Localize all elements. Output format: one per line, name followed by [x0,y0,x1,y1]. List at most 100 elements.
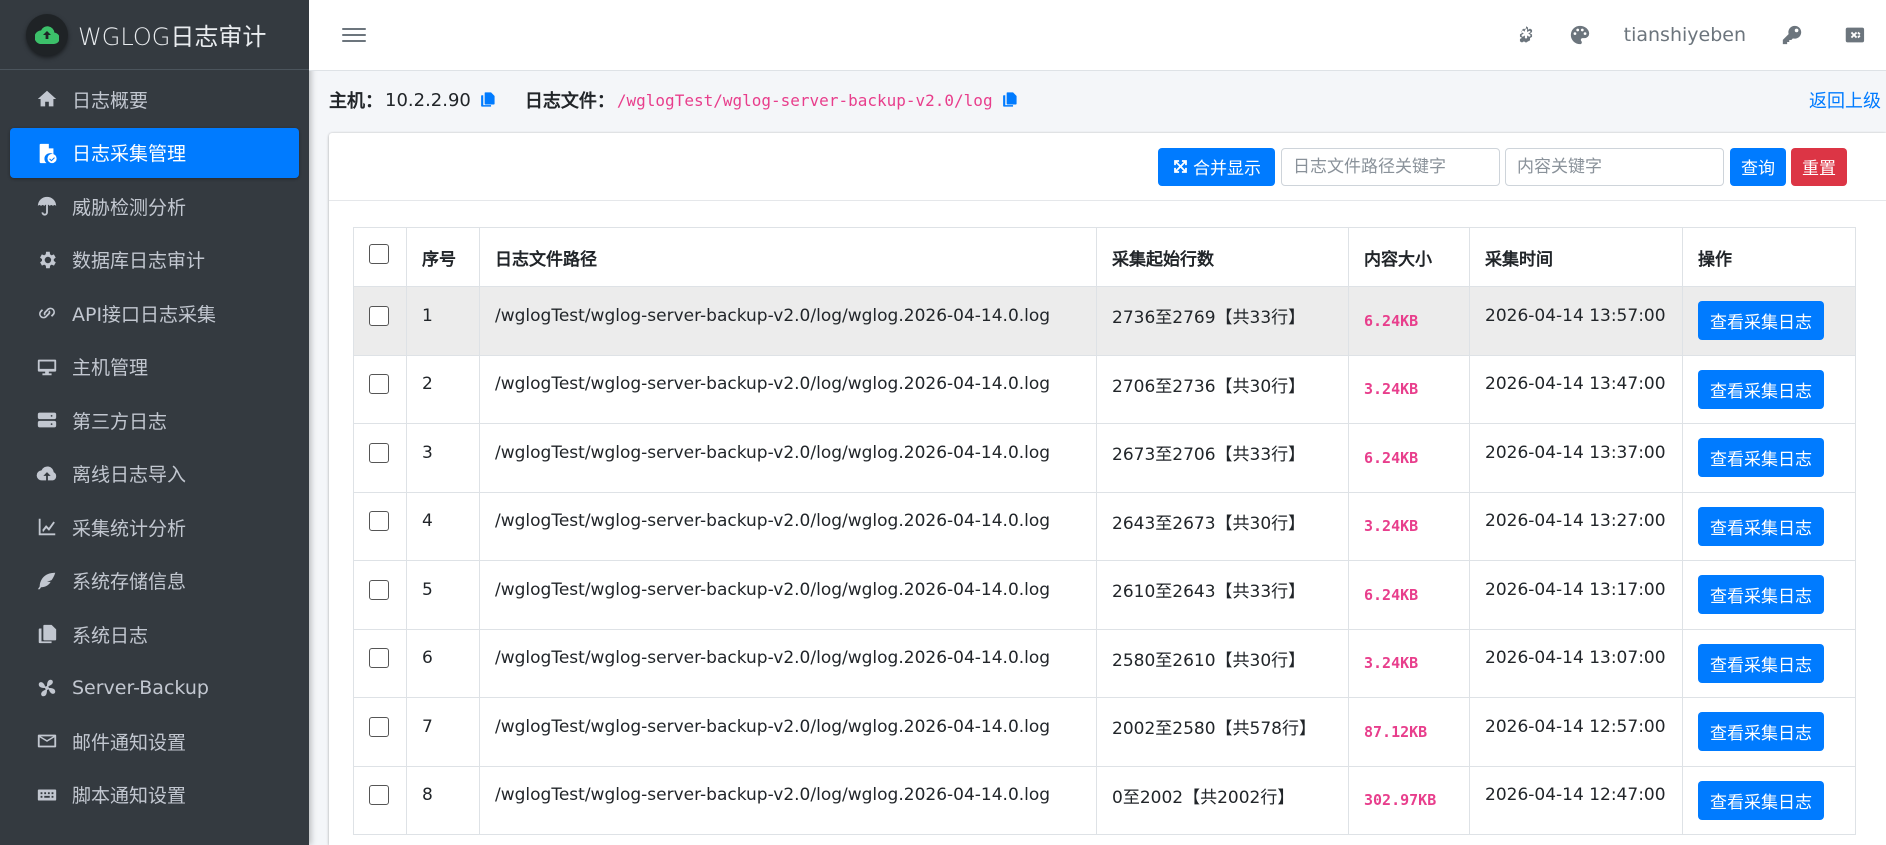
table-row[interactable]: 5 /wglogTest/wglog-server-backup-v2.0/lo… [353,560,1856,630]
column-header[interactable]: 采集时间 [1469,227,1683,287]
log-info-bar: 主机： 10.2.2.90 日志文件： /wglogTest/wglog-ser… [329,86,1886,114]
key-icon[interactable] [1780,23,1804,47]
sidebar-item-label: 第三方日志 [72,410,168,433]
sidebar-item-host-management[interactable]: 主机管理 [10,342,299,392]
row-checkbox[interactable] [369,579,389,600]
file-check-icon [34,141,60,165]
log-table: 序号 日志文件路径 采集起始行数 内容大小 采集时间 操作 1 /wglogTe… [353,227,1856,835]
row-action-cell: 查看采集日志 [1682,354,1856,424]
brand[interactable]: WGLOG日志审计 [0,0,309,70]
view-log-button[interactable]: 查看采集日志 [1698,780,1824,820]
sidebar-item-third-party[interactable]: 第三方日志 [10,395,299,445]
row-line-range: 2643至2673【共30行】 [1096,491,1349,561]
search-button[interactable]: 查询 [1730,147,1786,186]
row-line-range: 2002至2580【共578行】 [1096,697,1349,767]
row-select-cell [353,354,407,424]
back-link[interactable]: 返回上级 [1809,87,1881,113]
row-time: 2026-04-14 12:57:00 [1469,697,1683,767]
username[interactable]: tianshiyeben [1624,24,1746,46]
gear-icon [34,248,60,272]
row-line-range: 2673至2706【共33行】 [1096,423,1349,493]
desktop-icon [34,355,60,379]
copy-path-icon[interactable] [1001,91,1019,109]
row-checkbox[interactable] [369,511,389,532]
row-size: 3.24KB [1348,491,1470,561]
row-time: 2026-04-14 13:37:00 [1469,423,1683,493]
select-all-checkbox[interactable] [369,244,389,264]
reset-button[interactable]: 重置 [1791,147,1847,186]
palette-icon[interactable] [1568,23,1592,47]
sidebar-item-script-notify[interactable]: 脚本通知设置 [10,770,299,820]
column-header[interactable]: 序号 [406,227,480,287]
view-log-button[interactable]: 查看采集日志 [1698,575,1824,615]
sidebar-item-label: 采集统计分析 [72,517,187,540]
openai-icon[interactable] [1514,23,1538,47]
view-log-button[interactable]: 查看采集日志 [1698,438,1824,478]
row-select-cell [353,765,407,835]
row-size: 6.24KB [1348,286,1470,356]
content-keyword-input[interactable] [1505,147,1724,186]
row-select-cell [353,286,407,356]
table-row[interactable]: 1 /wglogTest/wglog-server-backup-v2.0/lo… [353,286,1856,356]
column-header[interactable]: 采集起始行数 [1096,227,1349,287]
row-number: 7 [406,697,480,767]
sidebar-item-server-backup[interactable]: Server-Backup [10,663,299,713]
sidebar-item-system-logs[interactable]: 系统日志 [10,609,299,659]
card-toolbar: 合并显示 查询 重置 [329,133,1886,201]
table-row[interactable]: 8 /wglogTest/wglog-server-backup-v2.0/lo… [353,765,1856,835]
path-keyword-input[interactable] [1281,147,1500,186]
view-log-button[interactable]: 查看采集日志 [1698,301,1824,341]
sidebar-item-db-audit[interactable]: 数据库日志审计 [10,235,299,285]
home-icon [34,87,60,111]
row-line-range: 2610至2643【共33行】 [1096,560,1349,630]
row-checkbox[interactable] [369,716,389,737]
column-header[interactable]: 日志文件路径 [479,227,1097,287]
sidebar-item-stats[interactable]: 采集统计分析 [10,502,299,552]
sidebar-item-log-collection[interactable]: 日志采集管理 [10,127,299,178]
file-path-value: /wglogTest/wglog-server-backup-v2.0/log [616,90,993,110]
row-checkbox[interactable] [369,374,389,395]
view-log-button[interactable]: 查看采集日志 [1698,643,1824,683]
sidebar-item-threat-detection[interactable]: 威胁检测分析 [10,181,299,231]
row-file-path: /wglogTest/wglog-server-backup-v2.0/log/… [479,628,1097,698]
row-file-path: /wglogTest/wglog-server-backup-v2.0/log/… [479,491,1097,561]
row-checkbox[interactable] [369,785,389,806]
view-log-button[interactable]: 查看采集日志 [1698,712,1824,752]
row-number: 3 [406,423,480,493]
copy-host-icon[interactable] [479,91,497,109]
row-action-cell: 查看采集日志 [1682,765,1856,835]
sidebar-item-storage[interactable]: 系统存储信息 [10,556,299,606]
table-row[interactable]: 6 /wglogTest/wglog-server-backup-v2.0/lo… [353,628,1856,698]
sidebar-item-email-notify[interactable]: 邮件通知设置 [10,716,299,766]
view-log-button[interactable]: 查看采集日志 [1698,506,1824,546]
bars-icon[interactable] [342,23,366,47]
sidebar-item-offline-import[interactable]: 离线日志导入 [10,449,299,499]
sidebar-item-api-logs[interactable]: API接口日志采集 [10,288,299,338]
merge-display-button[interactable]: 合并显示 [1158,147,1275,186]
sidebar-item-log-overview[interactable]: 日志概要 [10,74,299,124]
row-checkbox[interactable] [369,648,389,669]
row-select-cell [353,491,407,561]
column-header[interactable]: 内容大小 [1348,227,1470,287]
row-action-cell: 查看采集日志 [1682,628,1856,698]
cloud-upload-icon [34,462,60,486]
brand-title: WGLOG日志审计 [78,23,267,51]
cloud-upload-icon [26,13,68,56]
row-size: 302.97KB [1348,765,1470,835]
row-checkbox[interactable] [369,305,389,326]
row-size: 6.24KB [1348,560,1470,630]
host-label: 主机： [329,91,383,112]
merge-display-label: 合并显示 [1193,159,1261,179]
table-row[interactable]: 4 /wglogTest/wglog-server-backup-v2.0/lo… [353,491,1856,561]
row-file-path: /wglogTest/wglog-server-backup-v2.0/log/… [479,354,1097,424]
table-row[interactable]: 7 /wglogTest/wglog-server-backup-v2.0/lo… [353,697,1856,767]
table-row[interactable]: 3 /wglogTest/wglog-server-backup-v2.0/lo… [353,423,1856,493]
row-time: 2026-04-14 13:47:00 [1469,354,1683,424]
row-time: 2026-04-14 13:57:00 [1469,286,1683,356]
row-checkbox[interactable] [369,442,389,463]
app-root: WGLOG日志审计 日志概要 日志采集管理 威胁检测分析 数据库日志审计 API… [0,0,1886,845]
window-close-icon[interactable] [1842,23,1866,47]
table-row[interactable]: 2 /wglogTest/wglog-server-backup-v2.0/lo… [353,354,1856,424]
column-header: 操作 [1682,227,1856,287]
view-log-button[interactable]: 查看采集日志 [1698,369,1824,409]
